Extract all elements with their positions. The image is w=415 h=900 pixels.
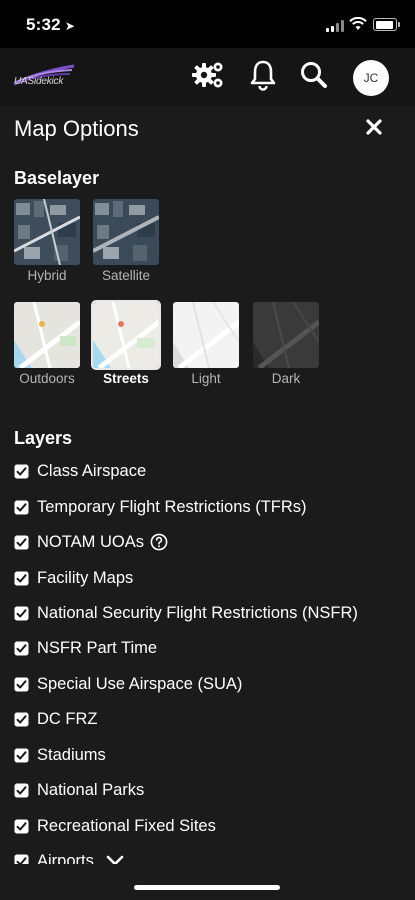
notifications-bell-icon[interactable] [249, 58, 277, 92]
home-indicator[interactable] [134, 885, 280, 890]
layer-dc-frz[interactable]: DC FRZ [14, 707, 98, 731]
logo-text: UASidekick [14, 76, 64, 87]
user-avatar[interactable]: JC [353, 60, 389, 96]
layer-label: Recreational Fixed Sites [37, 816, 216, 835]
layer-label: Temporary Flight Restrictions (TFRs) [37, 497, 307, 516]
layers-heading: Layers [14, 428, 73, 448]
map-options-panel: Map Options Baselayer Hybrid Satellite O… [0, 106, 415, 864]
layer-label: Stadiums [37, 745, 106, 764]
checkbox-checked-icon[interactable] [14, 500, 29, 515]
checkbox-checked-icon[interactable] [14, 854, 29, 865]
layer-national-parks[interactable]: National Parks [14, 778, 144, 802]
layer-sua[interactable]: Special Use Airspace (SUA) [14, 672, 242, 696]
baselayer-satellite-thumbnail[interactable] [93, 199, 159, 265]
baselayer-light-label: Light [191, 371, 221, 386]
layer-label: NSFR Part Time [37, 638, 158, 657]
checkbox-checked-icon[interactable] [14, 677, 29, 692]
layer-label: NOTAM UOAs [37, 532, 144, 551]
checkbox-checked-icon[interactable] [14, 712, 29, 727]
checkbox-checked-icon[interactable] [14, 783, 29, 798]
baselayer-dark-label: Dark [271, 371, 301, 386]
checkbox-checked-icon[interactable] [14, 571, 29, 586]
baselayer-streets-thumbnail[interactable] [91, 300, 161, 370]
layer-label: Airports [37, 851, 94, 865]
layer-facility-maps[interactable]: Facility Maps [14, 566, 133, 590]
layer-label: National Parks [37, 780, 145, 799]
layer-label: Class Airspace [37, 461, 147, 480]
baselayer-heading: Baselayer [14, 168, 100, 188]
settings-gears-icon[interactable] [190, 58, 226, 92]
checkbox-checked-icon[interactable] [14, 819, 29, 834]
panel-title: Map Options [14, 116, 139, 141]
checkbox-checked-icon[interactable] [14, 464, 29, 479]
baselayer-satellite-label: Satellite [101, 268, 151, 283]
checkbox-checked-icon[interactable] [14, 641, 29, 656]
cellular-signal-icon [326, 20, 344, 32]
baselayer-dark-thumbnail[interactable] [253, 302, 319, 368]
layer-label: Special Use Airspace (SUA) [37, 674, 243, 693]
layer-notam-uoas[interactable]: NOTAM UOAs [14, 530, 168, 554]
battery-icon [373, 18, 400, 31]
layer-label: National Security Flight Restrictions (N… [37, 603, 358, 622]
location-arrow-icon: ➤ [64, 19, 76, 33]
layer-label: DC FRZ [37, 709, 98, 728]
layer-class-airspace[interactable]: Class Airspace [14, 459, 146, 483]
search-icon[interactable] [299, 58, 329, 92]
baselayer-hybrid-label: Hybrid [27, 268, 67, 283]
baselayer-outdoors-thumbnail[interactable] [14, 302, 80, 368]
baselayer-outdoors-label: Outdoors [19, 371, 75, 386]
layer-label: Facility Maps [37, 568, 134, 587]
chevron-down-icon[interactable] [106, 855, 124, 864]
baselayer-streets-label: Streets [103, 371, 149, 386]
layer-nsfr-part-time[interactable]: NSFR Part Time [14, 636, 157, 660]
layer-tfrs[interactable]: Temporary Flight Restrictions (TFRs) [14, 495, 307, 519]
layer-recreational-fixed-sites[interactable]: Recreational Fixed Sites [14, 814, 216, 838]
wifi-icon [349, 17, 367, 30]
layer-nsfr[interactable]: National Security Flight Restrictions (N… [14, 601, 358, 625]
checkbox-checked-icon[interactable] [14, 535, 29, 550]
close-icon[interactable] [365, 118, 383, 136]
bottom-safe-area [0, 864, 415, 900]
status-time: 5:32 ➤ [26, 15, 76, 34]
checkbox-checked-icon[interactable] [14, 606, 29, 621]
checkbox-checked-icon[interactable] [14, 748, 29, 763]
status-bar: 5:32 ➤ [0, 0, 415, 48]
baselayer-light-thumbnail[interactable] [173, 302, 239, 368]
help-question-icon[interactable] [150, 533, 168, 551]
layer-stadiums[interactable]: Stadiums [14, 743, 106, 767]
baselayer-hybrid-thumbnail[interactable] [14, 199, 80, 265]
layer-airports[interactable]: Airports [14, 849, 124, 864]
